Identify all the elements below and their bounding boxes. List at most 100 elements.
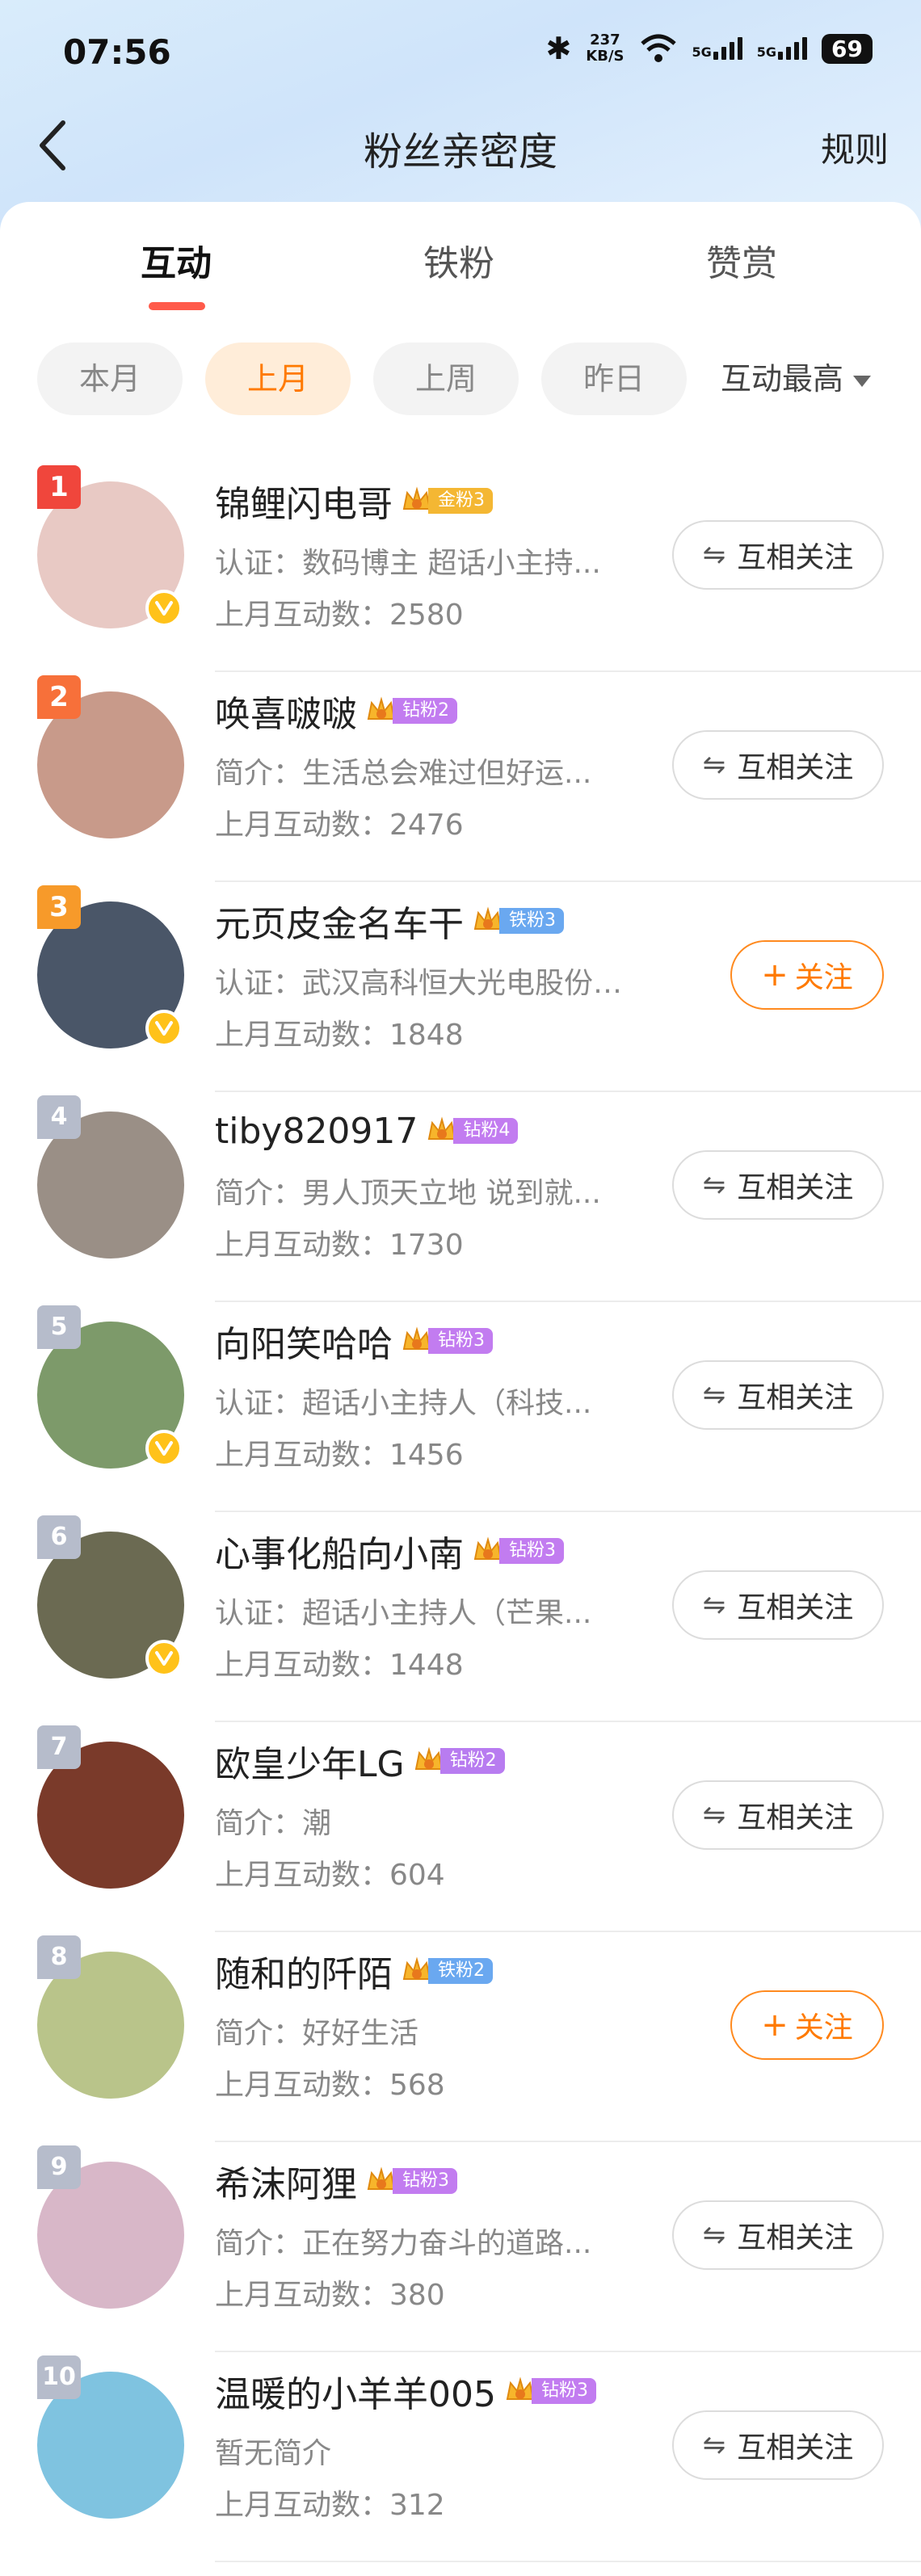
fan-name[interactable]: 心事化船向小南 xyxy=(215,1525,464,1577)
verified-icon xyxy=(145,590,183,627)
bluetooth-icon: ✱ xyxy=(545,31,572,66)
follow-button-label: 互相关注 xyxy=(737,2221,854,2255)
fan-name[interactable]: 希沫阿狸 xyxy=(215,2155,357,2207)
follow-button[interactable]: + 关注 xyxy=(730,940,884,1010)
nav-bar: 粉丝亲密度 规则 xyxy=(0,105,921,186)
fan-level-label: 钻粉3 xyxy=(393,2168,457,2194)
fan-name[interactable]: tiby820917 xyxy=(215,1111,418,1152)
mutual-follow-icon: ⇋ xyxy=(702,2219,726,2251)
fan-interaction-count: 上月互动数：312 xyxy=(215,2489,445,2522)
fan-interaction-count: 上月互动数：1456 xyxy=(215,1439,464,1472)
verified-icon xyxy=(145,1640,183,1677)
fan-row[interactable]: 10 温暖的小羊羊005 钻粉3 暂无简介 上月互动数：312 ⇋ 互相关注 xyxy=(0,2352,921,2562)
verified-icon xyxy=(145,1010,183,1047)
rank-badge: 4 xyxy=(37,1095,81,1139)
mutual-follow-icon: ⇋ xyxy=(702,1169,726,1201)
fan-level-label: 钻粉3 xyxy=(531,2378,596,2404)
fan-name-line: 随和的阡陌 铁粉2 xyxy=(215,1947,493,1995)
page-title: 粉丝亲密度 xyxy=(363,129,557,174)
follow-button-label: 关注 xyxy=(794,2011,853,2044)
follow-button[interactable]: ⇋ 互相关注 xyxy=(672,2200,884,2270)
filter-yesterday[interactable]: 昨日 xyxy=(541,342,687,415)
fan-level-label: 铁粉3 xyxy=(499,908,564,934)
fan-row[interactable]: 6 心事化船向小南 钻粉3 认证：超话小主持人（芒果... 上月互动数：1448 ⇋ 互相关… xyxy=(0,1512,921,1722)
fan-description: 简介：好好生活 xyxy=(215,2017,419,2050)
fan-level-badge: 铁粉2 xyxy=(401,1955,493,1987)
filter-this-month[interactable]: 本月 xyxy=(37,342,183,415)
fan-description: 简介：生活总会难过但好运... xyxy=(215,757,592,790)
tab-interaction[interactable]: 互动 xyxy=(95,234,257,286)
fan-row[interactable]: 1 锦鲤闪电哥 金粉3 认证：数码博主 超话小主持... 上月互动数：2580 ⇋ 互相关注 xyxy=(0,462,921,672)
fan-level-label: 钻粉3 xyxy=(499,1538,564,1564)
follow-button[interactable]: ⇋ 互相关注 xyxy=(672,520,884,590)
follow-button[interactable]: ⇋ 互相关注 xyxy=(672,1360,884,1430)
rank-badge: 6 xyxy=(37,1515,81,1559)
fan-level-badge: 钻粉3 xyxy=(472,1535,564,1567)
fan-description: 认证：数码博主 超话小主持... xyxy=(215,547,601,580)
fan-interaction-count: 上月互动数：2580 xyxy=(215,599,464,632)
follow-button[interactable]: ⇋ 互相关注 xyxy=(672,1150,884,1220)
fan-row[interactable]: 8 随和的阡陌 铁粉2 简介：好好生活 上月互动数：568 + 关注 xyxy=(0,1932,921,2142)
tab-iron-fans[interactable]: 铁粉 xyxy=(378,234,540,286)
fan-name-line: 欧皇少年LG 钻粉2 xyxy=(215,1737,505,1785)
fan-row[interactable]: 4 tiby820917 钻粉4 简介：男人顶天立地 说到就... 上月互动数：1730… xyxy=(0,1092,921,1302)
fan-name[interactable]: 温暖的小羊羊005 xyxy=(215,2365,496,2417)
fan-name-line: 元页皮金名车干 铁粉3 xyxy=(215,897,564,945)
fan-name-line: 向阳笑哈哈 钻粉3 xyxy=(215,1317,493,1365)
follow-button-label: 互相关注 xyxy=(737,1591,854,1624)
fan-row[interactable]: 2 唤喜啵啵 钻粉2 简介：生活总会难过但好运... 上月互动数：2476 ⇋ 互相关注 xyxy=(0,672,921,882)
follow-button[interactable]: ⇋ 互相关注 xyxy=(672,1570,884,1640)
fan-level-label: 钻粉3 xyxy=(428,1328,493,1354)
fan-row[interactable]: 9 希沫阿狸 钻粉3 简介：正在努力奋斗的道路... 上月互动数：380 ⇋ 互相关注 xyxy=(0,2142,921,2352)
filter-last-month[interactable]: 上月 xyxy=(205,342,351,415)
rank-badge: 1 xyxy=(37,465,81,509)
fan-row[interactable]: 5 向阳笑哈哈 钻粉3 认证：超话小主持人（科技... 上月互动数：1456 ⇋ 互相关注 xyxy=(0,1302,921,1512)
tab-reward[interactable]: 赞赏 xyxy=(661,234,822,286)
fan-interaction-count: 上月互动数：568 xyxy=(215,2069,445,2102)
sort-dropdown[interactable]: 互动最高 xyxy=(721,342,872,415)
fan-level-label: 金粉3 xyxy=(428,488,493,514)
follow-button-label: 互相关注 xyxy=(737,1381,854,1414)
fan-interaction-count: 上月互动数：1730 xyxy=(215,1229,464,1262)
fan-level-badge: 钻粉3 xyxy=(365,2165,457,2197)
fan-description: 认证：超话小主持人（芒果... xyxy=(215,1597,592,1630)
fan-name[interactable]: 随和的阡陌 xyxy=(215,1945,393,1997)
fan-level-label: 铁粉2 xyxy=(428,1958,493,1984)
cell-signal-icon: 5G xyxy=(757,37,808,60)
rules-button[interactable]: 规则 xyxy=(821,123,889,172)
fan-name[interactable]: 锦鲤闪电哥 xyxy=(215,475,393,527)
fan-name-line: 唤喜啵啵 钻粉2 xyxy=(215,687,457,735)
fan-name[interactable]: 欧皇少年LG xyxy=(215,1735,405,1787)
fan-interaction-count: 上月互动数：604 xyxy=(215,1859,445,1892)
fan-name-line: tiby820917 钻粉4 xyxy=(215,1107,519,1155)
mutual-follow-icon: ⇋ xyxy=(702,1799,726,1831)
filter-bar: 本月 上月 上周 昨日 互动最高 xyxy=(37,342,894,417)
fan-interaction-count: 上月互动数：2476 xyxy=(215,809,464,842)
verified-icon xyxy=(145,1430,183,1467)
filter-last-week[interactable]: 上周 xyxy=(373,342,519,415)
follow-button[interactable]: ⇋ 互相关注 xyxy=(672,730,884,800)
cell-signal-icon: 5G xyxy=(692,37,742,60)
fan-name[interactable]: 唤喜啵啵 xyxy=(215,685,357,737)
plus-icon: + xyxy=(761,956,789,994)
fan-interaction-count: 上月互动数：1848 xyxy=(215,1019,464,1052)
fan-name[interactable]: 向阳笑哈哈 xyxy=(215,1315,393,1367)
fan-name-line: 希沫阿狸 钻粉3 xyxy=(215,2157,457,2205)
mutual-follow-icon: ⇋ xyxy=(702,1379,726,1411)
fan-description: 认证：超话小主持人（科技... xyxy=(215,1387,592,1420)
fan-row[interactable]: 3 元页皮金名车干 铁粉3 认证：武汉高科恒大光电股份有... 上月互动数：1848 + 关… xyxy=(0,882,921,1092)
follow-button[interactable]: ⇋ 互相关注 xyxy=(672,1780,884,1850)
follow-button-label: 互相关注 xyxy=(737,541,854,574)
follow-button-label: 互相关注 xyxy=(737,1171,854,1204)
follow-button[interactable]: ⇋ 互相关注 xyxy=(672,2410,884,2480)
fan-name-line: 心事化船向小南 钻粉3 xyxy=(215,1527,564,1575)
rank-badge: 10 xyxy=(37,2355,81,2399)
fan-name[interactable]: 元页皮金名车干 xyxy=(215,895,464,947)
home-indicator-area xyxy=(0,2536,921,2576)
follow-button[interactable]: + 关注 xyxy=(730,1990,884,2060)
rank-badge: 7 xyxy=(37,1725,81,1769)
caret-down-icon xyxy=(853,375,872,387)
fan-name-line: 温暖的小羊羊005 钻粉3 xyxy=(215,2367,596,2415)
fan-row[interactable]: 7 欧皇少年LG 钻粉2 简介：潮 上月互动数：604 ⇋ 互相关注 xyxy=(0,1722,921,1932)
fan-level-badge: 钻粉3 xyxy=(504,2375,596,2407)
